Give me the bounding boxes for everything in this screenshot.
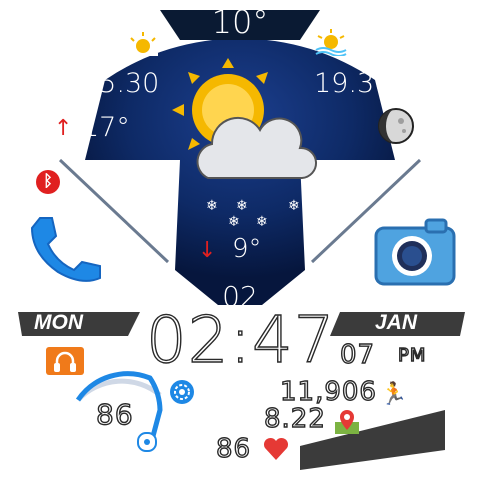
heart-rate-value: 86 [215, 433, 252, 464]
music-button[interactable] [46, 347, 84, 375]
headphones-icon [54, 351, 76, 372]
sunrise-time: 05.30 [82, 68, 160, 99]
high-temperature: 17° [82, 112, 130, 143]
moon-phase-icon[interactable] [377, 107, 415, 145]
weekday-label: MON [34, 311, 83, 334]
low-temperature: 9° [232, 234, 262, 264]
battery-arc-knob [137, 432, 157, 452]
svg-text:❄: ❄ [206, 198, 218, 214]
battery-value: 86 [95, 397, 134, 431]
distance-value: 8.22 [263, 403, 326, 434]
sunset-time: 19.30 [314, 68, 392, 99]
gear-icon[interactable] [168, 378, 196, 406]
sunset-icon [315, 29, 347, 56]
month-label: JAN [375, 311, 418, 334]
arrow-up-icon: ↑ [54, 116, 73, 141]
running-man-icon: 🏃 [380, 382, 408, 407]
svg-text:❄: ❄ [228, 214, 240, 228]
camera-icon[interactable] [372, 218, 458, 288]
arrow-down-icon: ↓ [198, 238, 217, 263]
steps-count: 11,906 [279, 376, 377, 407]
svg-text:❄: ❄ [256, 214, 268, 228]
ampm-indicator: PM [397, 344, 427, 366]
time-display: 02:47 [145, 303, 336, 378]
phone-icon[interactable] [22, 214, 104, 286]
partly-cloudy-snow-icon[interactable]: ❄ ❄ ❄ ❄ ❄ [168, 58, 318, 228]
svg-text:❄: ❄ [288, 198, 300, 214]
bluetooth-icon[interactable]: ᛒ [36, 170, 60, 194]
map-pin-icon [335, 410, 359, 434]
svg-text:❄: ❄ [236, 198, 248, 214]
seconds-display: 07 [339, 339, 376, 370]
heart-icon[interactable] [262, 436, 290, 462]
watch-face: 10° 05.30 19.30 ↑ 17° ❄ ❄ ❄ ❄ ❄ ↓ 9° 02 … [0, 0, 480, 480]
sunrise-icon [128, 32, 158, 56]
current-temperature: 10° [211, 3, 269, 41]
